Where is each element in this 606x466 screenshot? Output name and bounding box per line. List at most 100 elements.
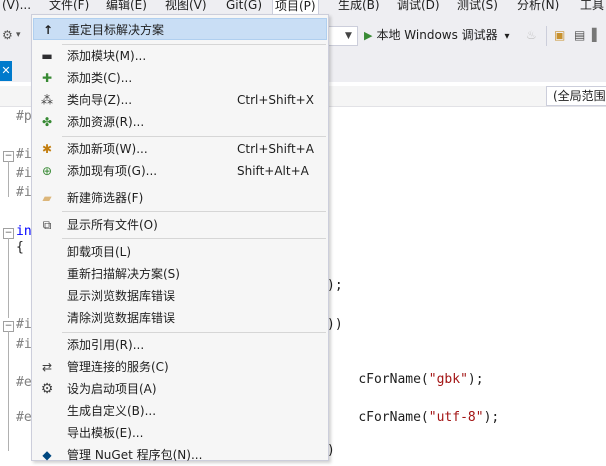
gear-icon: ⚙ xyxy=(40,381,54,397)
menu-item-label: 重定目标解决方案 xyxy=(68,23,165,37)
menu-item-label: 添加类(C)... xyxy=(67,71,133,85)
run-dropdown-icon[interactable]: ▾ xyxy=(505,31,510,42)
menu-item-label: 卸载项目(L) xyxy=(67,245,132,259)
code-line: #e xyxy=(16,410,32,425)
menu-git[interactable]: Git(G) xyxy=(224,0,264,14)
menu-item-label: 类向导(Z)... xyxy=(67,93,133,107)
menu-item-label: 显示浏览数据库错误 xyxy=(67,289,176,303)
menu-separator xyxy=(62,238,326,239)
connected-services-icon: ⇄ xyxy=(41,360,53,374)
menu-item-rescan-solution[interactable]: 重新扫描解决方案(S) xyxy=(33,263,327,285)
fold-guide xyxy=(8,238,9,318)
menu-item-export-template[interactable]: 导出模板(E)... xyxy=(33,422,327,444)
toolbar-overflow-icon[interactable]: ▌ xyxy=(592,28,601,42)
menu-item-label: 添加引用(R)... xyxy=(67,338,145,352)
code-line: #i xyxy=(16,166,32,181)
menu-item-label: 导出模板(E)... xyxy=(67,426,144,440)
menu-item-label: 生成自定义(B)... xyxy=(67,404,157,418)
folder-search-icon[interactable]: ▣ xyxy=(554,28,565,42)
play-icon: ▶ xyxy=(364,29,373,42)
menu-item-unload-project[interactable]: 卸载项目(L) xyxy=(33,241,327,263)
code-line-utf8: cForName("utf-8"); xyxy=(327,394,499,442)
menu-item-add-class[interactable]: ✚ 添加类(C)... xyxy=(33,67,327,89)
menu-item-show-browse-db-errors[interactable]: 显示浏览数据库错误 xyxy=(33,285,327,307)
code-line: #p xyxy=(16,109,32,124)
menu-project[interactable]: 项目(P) xyxy=(272,0,319,14)
menu-item-manage-connected-services[interactable]: ⇄ 管理连接的服务(C) xyxy=(33,356,327,378)
add-module-icon: ▬ xyxy=(41,49,53,63)
menu-item-add-resource[interactable]: ✤ 添加资源(R)... xyxy=(33,111,327,133)
menu-item-label: 重新扫描解决方案(S) xyxy=(67,267,180,281)
menu-item-new-filter[interactable]: ▰ 新建筛选器(F) xyxy=(33,187,327,209)
menu-item-retarget-solution[interactable]: ↑ 重定目标解决方案 xyxy=(33,18,327,40)
code-line: #i xyxy=(16,185,32,200)
menu-separator xyxy=(62,332,326,333)
menu-view[interactable]: 视图(V) xyxy=(163,0,209,14)
menu-debug[interactable]: 调试(D) xyxy=(395,0,442,14)
run-debugger-button[interactable]: ▶ 本地 Windows 调试器 ▾ xyxy=(364,26,510,44)
toolbar-divider xyxy=(546,26,547,46)
code-line: #i xyxy=(16,317,32,332)
fold-guide xyxy=(8,331,9,451)
menu-item-manage-nuget[interactable]: ◆ 管理 NuGet 程序包(N)... xyxy=(33,444,327,466)
code-line: in xyxy=(16,224,32,239)
menu-item-label: 新建筛选器(F) xyxy=(67,191,144,205)
chevron-down-icon: ▼ xyxy=(345,31,352,41)
menu-item-shortcut: Shift+Alt+A xyxy=(237,164,309,178)
scope-dropdown[interactable]: (全局范围) xyxy=(546,86,606,106)
menu-edit[interactable]: 编辑(E) xyxy=(104,0,149,14)
menu-item-add-new-item[interactable]: ✱ 添加新项(W)... Ctrl+Shift+A xyxy=(33,138,327,160)
code-line: { xyxy=(16,240,24,255)
code-line: #e xyxy=(16,375,32,390)
menu-test[interactable]: 测试(S) xyxy=(455,0,500,14)
menu-item-label: 管理 NuGet 程序包(N)... xyxy=(67,448,203,462)
code-line: #i xyxy=(16,337,32,352)
menu-item-set-startup-project[interactable]: ⚙ 设为启动项目(A) xyxy=(33,378,327,400)
fold-guide xyxy=(8,161,9,197)
menu-file[interactable]: 文件(F) xyxy=(47,0,91,14)
add-class-icon: ✚ xyxy=(41,71,53,85)
menu-item-show-all-files[interactable]: ⧉ 显示所有文件(O) xyxy=(33,214,327,236)
menu-item-label: 添加资源(R)... xyxy=(67,115,145,129)
menu-item-add-existing-item[interactable]: ⊕ 添加现有项(G)... Shift+Alt+A xyxy=(33,160,327,182)
code-line: #i xyxy=(16,147,32,162)
menu-item-class-wizard[interactable]: ⁂ 类向导(Z)... Ctrl+Shift+X xyxy=(33,89,327,111)
menu-item-build-customizations[interactable]: 生成自定义(B)... xyxy=(33,400,327,422)
menu-tools[interactable]: 工具 xyxy=(578,0,606,14)
code-text: cForName("gbk"); xyxy=(358,372,484,387)
class-wizard-icon: ⁂ xyxy=(41,93,53,107)
menu-item-label: 添加模块(M)... xyxy=(67,49,147,63)
menu-item-label: 管理连接的服务(C) xyxy=(67,360,169,374)
tab-close-icon[interactable]: ✕ xyxy=(0,61,12,81)
menu-item-label: 添加现有项(G)... xyxy=(67,164,158,178)
menu-item-shortcut: Ctrl+Shift+A xyxy=(237,142,314,156)
menu-item-label: 显示所有文件(O) xyxy=(67,218,158,232)
menu-item-label: 清除浏览数据库错误 xyxy=(67,311,176,325)
nuget-icon: ◆ xyxy=(42,448,52,462)
project-menu-dropdown: ↑ 重定目标解决方案 ▬ 添加模块(M)... ✚ 添加类(C)... ⁂ 类向… xyxy=(31,14,329,462)
new-filter-icon: ▰ xyxy=(42,191,52,205)
menu-item-add-module[interactable]: ▬ 添加模块(M)... xyxy=(33,45,327,67)
menu-item-label: 添加新项(W)... xyxy=(67,142,148,156)
platform-combo[interactable]: ▼ xyxy=(326,26,358,46)
menu-view-partial[interactable]: (V)... xyxy=(0,0,33,14)
gear-small-icon[interactable]: ⚙ xyxy=(2,28,13,42)
menu-item-label: 设为启动项目(A) xyxy=(67,382,157,396)
menu-analyze[interactable]: 分析(N) xyxy=(515,0,561,14)
code-line: ); xyxy=(327,278,343,293)
flame-icon[interactable]: ♨ xyxy=(526,28,537,42)
menu-item-add-reference[interactable]: 添加引用(R)... xyxy=(33,334,327,356)
code-line: )) xyxy=(327,317,343,332)
retarget-icon: ↑ xyxy=(42,23,54,37)
menu-separator xyxy=(62,211,326,212)
add-new-item-icon: ✱ xyxy=(41,142,53,156)
code-text: cForName("utf-8"); xyxy=(358,410,500,425)
menu-separator xyxy=(62,136,326,137)
menu-item-shortcut: Ctrl+Shift+X xyxy=(237,93,314,107)
run-label: 本地 Windows 调试器 xyxy=(376,28,498,42)
toolbar-option-icon[interactable]: ▤ xyxy=(574,28,585,42)
dropdown-arrow-icon[interactable]: ▾ xyxy=(16,28,21,42)
menu-build[interactable]: 生成(B) xyxy=(336,0,382,14)
add-resource-icon: ✤ xyxy=(41,115,53,129)
menu-item-clear-browse-db-errors[interactable]: 清除浏览数据库错误 xyxy=(33,307,327,329)
